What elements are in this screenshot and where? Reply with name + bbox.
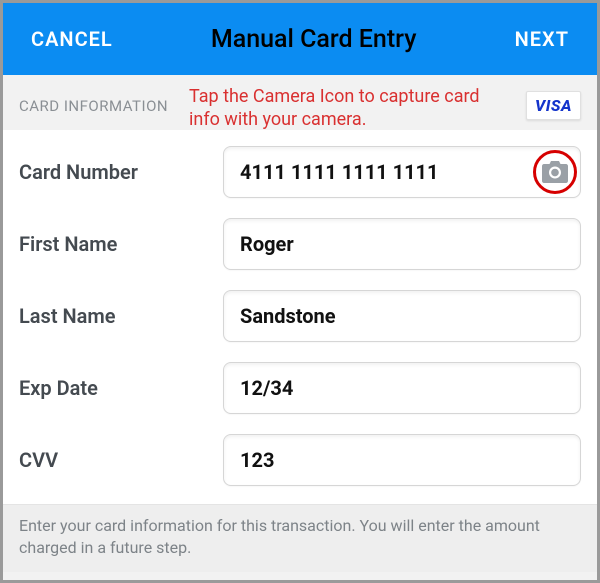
scan-card-button[interactable] <box>533 150 577 194</box>
section-label: CARD INFORMATION <box>19 97 168 115</box>
first-name-label: First Name <box>19 232 205 256</box>
exp-date-label: Exp Date <box>19 376 205 400</box>
header-bar: CANCEL Manual Card Entry NEXT <box>3 3 597 75</box>
page-title: Manual Card Entry <box>211 25 417 54</box>
camera-hint-text: Tap the Camera Icon to capture card info… <box>189 85 509 132</box>
card-number-input-wrap <box>223 146 581 198</box>
next-button[interactable]: NEXT <box>515 27 569 51</box>
section-header: CARD INFORMATION Tap the Camera Icon to … <box>3 75 597 130</box>
first-name-input[interactable] <box>223 218 581 270</box>
field-row-card-number: Card Number <box>19 136 581 208</box>
card-number-label: Card Number <box>19 160 205 184</box>
cvv-input[interactable] <box>223 434 581 486</box>
app-frame: CANCEL Manual Card Entry NEXT CARD INFOR… <box>0 0 600 583</box>
card-brand-badge: VISA <box>526 91 581 120</box>
field-row-first-name: First Name <box>19 208 581 280</box>
fields-container: Card Number First Name Last Name <box>3 130 597 504</box>
field-row-cvv: CVV <box>19 424 581 496</box>
card-number-input[interactable] <box>223 146 581 198</box>
cvv-label: CVV <box>19 448 205 472</box>
footer-help-text: Enter your card information for this tra… <box>3 504 597 572</box>
cancel-button[interactable]: CANCEL <box>31 27 113 51</box>
field-row-exp-date: Exp Date <box>19 352 581 424</box>
last-name-input[interactable] <box>223 290 581 342</box>
exp-date-input[interactable] <box>223 362 581 414</box>
field-row-last-name: Last Name <box>19 280 581 352</box>
camera-icon <box>542 161 568 183</box>
last-name-label: Last Name <box>19 304 205 328</box>
